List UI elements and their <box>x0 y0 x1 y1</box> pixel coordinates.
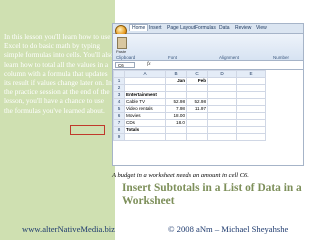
cell-c2[interactable] <box>186 84 208 92</box>
tab-home[interactable]: Home <box>129 24 149 31</box>
cell-d7[interactable] <box>207 119 237 127</box>
paste-label: Paste <box>116 49 127 54</box>
cell-e1[interactable] <box>236 77 266 85</box>
cell-c3[interactable] <box>186 91 208 99</box>
tab-view[interactable]: View <box>256 25 267 31</box>
cell-c1[interactable]: Feb <box>186 77 208 85</box>
cell-e4[interactable] <box>236 98 266 106</box>
cell-b6[interactable]: 18.00 <box>165 112 187 120</box>
worksheet-grid: A B C D E 1 Jan Feb 2 3 Entertainment 4 Cable TV 52.9… <box>113 70 266 141</box>
cell-d2[interactable] <box>207 84 237 92</box>
table-row: 5 Video rentals 7.98 11.97 <box>113 105 266 113</box>
intro-text: In this lesson you'll learn how to use E… <box>4 32 114 115</box>
cell-b2[interactable] <box>165 84 187 92</box>
table-row: 4 Cable TV 52.98 52.98 <box>113 98 266 106</box>
cell-c4[interactable]: 52.98 <box>186 98 208 106</box>
formula-bar[interactable] <box>113 61 303 70</box>
table-row: 3 Entertainment <box>113 91 266 99</box>
column-header-d[interactable]: D <box>207 70 237 78</box>
slide-title: Insert Subtotals in a List of Data in a … <box>122 182 302 207</box>
paste-icon[interactable] <box>117 37 127 49</box>
table-row: 7 CDs 18.0 <box>113 119 266 127</box>
name-box[interactable]: C6 <box>115 62 135 68</box>
cell-d1[interactable] <box>207 77 237 85</box>
row-header[interactable]: 7 <box>113 119 125 127</box>
row-header[interactable]: 4 <box>113 98 125 106</box>
row-header[interactable]: 2 <box>113 84 125 92</box>
table-row: 6 Movies 18.00 <box>113 112 266 120</box>
row-header[interactable]: 6 <box>113 112 125 120</box>
cell-c5[interactable]: 11.97 <box>186 105 208 113</box>
cell-a3[interactable]: Entertainment <box>124 91 166 99</box>
cell-a8[interactable]: Totals <box>124 126 166 134</box>
cell-a9[interactable] <box>124 133 166 141</box>
group-label-number: Number <box>273 55 290 60</box>
cell-e7[interactable] <box>236 119 266 127</box>
cell-a7[interactable]: CDs <box>124 119 166 127</box>
cell-b9[interactable] <box>165 133 187 141</box>
cell-e8[interactable] <box>236 126 266 134</box>
column-header-e[interactable]: E <box>236 70 266 78</box>
footer-url[interactable]: www.alterNativeMedia.biz <box>22 224 115 234</box>
table-row: 2 <box>113 84 266 92</box>
group-label-font: Font <box>168 55 178 60</box>
column-header-c[interactable]: C <box>186 70 208 78</box>
footer-copyright: © 2008 aNm – Michael Sheyahshe <box>168 224 289 234</box>
cell-e6[interactable] <box>236 112 266 120</box>
table-row: 8 Totals <box>113 126 266 134</box>
selected-cell-highlight <box>70 125 105 135</box>
cell-d9[interactable] <box>207 133 237 141</box>
ribbon-tab-bar: Home Insert Page Layout Formulas Data Re… <box>113 24 303 37</box>
cell-b8[interactable] <box>165 126 187 134</box>
cell-b5[interactable]: 7.98 <box>165 105 187 113</box>
row-header[interactable]: 5 <box>113 105 125 113</box>
cell-e3[interactable] <box>236 91 266 99</box>
left-panel: In this lesson you'll learn how to use E… <box>0 0 115 240</box>
cell-a5[interactable]: Video rentals <box>124 105 166 113</box>
tab-review[interactable]: Review <box>235 25 251 31</box>
row-header[interactable]: 1 <box>113 77 125 85</box>
tab-insert[interactable]: Insert <box>149 25 162 31</box>
tab-formulas[interactable]: Formulas <box>195 25 216 31</box>
cell-a4[interactable]: Cable TV <box>124 98 166 106</box>
table-row: 9 <box>113 133 266 141</box>
cell-e9[interactable] <box>236 133 266 141</box>
cell-c8[interactable] <box>186 126 208 134</box>
group-label-clipboard: Clipboard <box>116 55 136 60</box>
cell-c7[interactable] <box>186 119 208 127</box>
cell-b7[interactable]: 18.0 <box>165 119 187 127</box>
cell-e2[interactable] <box>236 84 266 92</box>
column-header-b[interactable]: B <box>165 70 187 78</box>
cell-d6[interactable] <box>207 112 237 120</box>
cell-a2[interactable] <box>124 84 166 92</box>
cell-d4[interactable] <box>207 98 237 106</box>
cell-c6[interactable] <box>186 112 208 120</box>
group-label-alignment: Alignment <box>219 55 240 60</box>
footer: www.alterNativeMedia.biz © 2008 aNm – Mi… <box>0 222 320 236</box>
cell-b3[interactable] <box>165 91 187 99</box>
screenshot-caption: A budget in a worksheet needs an amount … <box>112 172 249 179</box>
fx-icon[interactable]: fx <box>147 62 151 67</box>
column-header-a[interactable]: A <box>124 70 166 78</box>
select-all-corner[interactable] <box>113 70 125 78</box>
row-header[interactable]: 8 <box>113 126 125 134</box>
column-header-row: ABCDE <box>113 70 266 78</box>
cell-e5[interactable] <box>236 105 266 113</box>
cell-b4[interactable]: 52.98 <box>165 98 187 106</box>
row-header[interactable]: 9 <box>113 133 125 141</box>
cell-a1[interactable] <box>124 77 166 85</box>
table-row: 1 Jan Feb <box>113 77 266 85</box>
cell-a6[interactable]: Movies <box>124 112 166 120</box>
excel-screenshot: Home Insert Page Layout Formulas Data Re… <box>112 23 304 166</box>
tab-data[interactable]: Data <box>219 25 230 31</box>
cell-d8[interactable] <box>207 126 237 134</box>
row-header[interactable]: 3 <box>113 91 125 99</box>
cell-d5[interactable] <box>207 105 237 113</box>
tab-page-layout[interactable]: Page Layout <box>167 25 195 31</box>
cell-c9[interactable] <box>186 133 208 141</box>
cell-b1[interactable]: Jan <box>165 77 187 85</box>
cell-d3[interactable] <box>207 91 237 99</box>
